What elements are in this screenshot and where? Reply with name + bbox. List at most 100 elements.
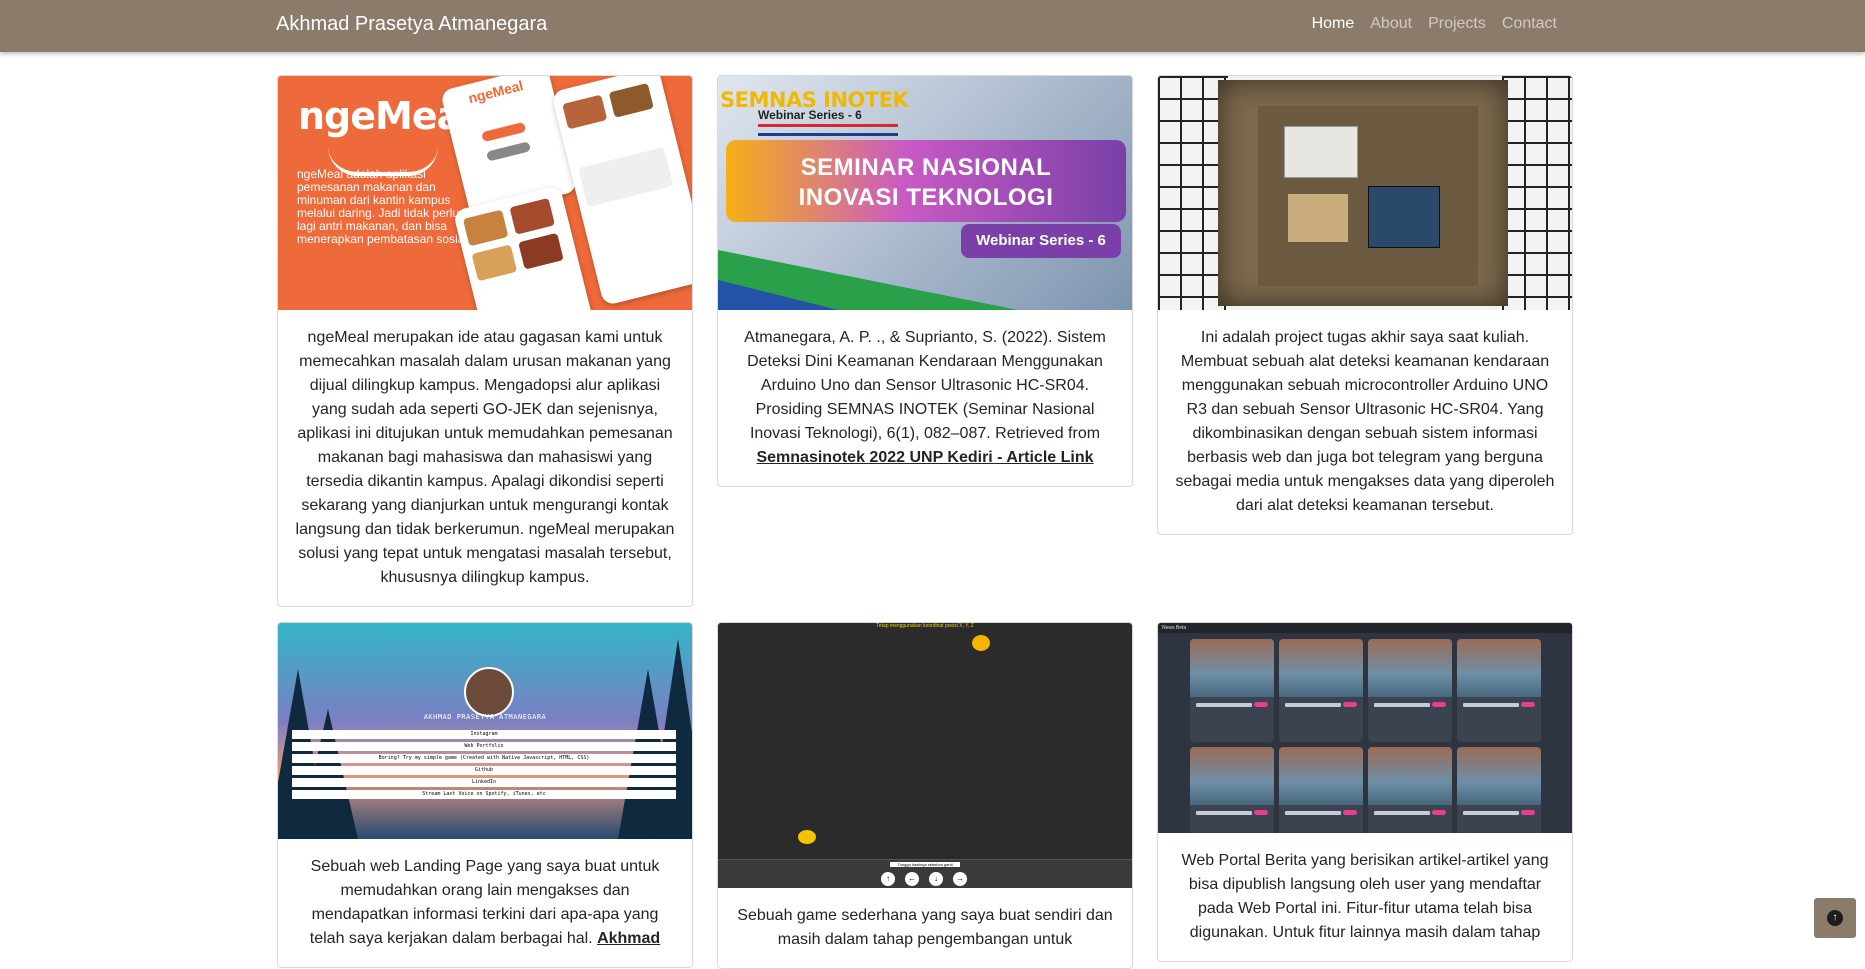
phone-logo: ngeMeal (466, 77, 525, 107)
back-to-top-button[interactable]: ↑ (1814, 898, 1856, 938)
arrow-down-icon: ↓ (929, 872, 943, 886)
news-badge (1521, 810, 1535, 815)
arrow-up-icon: ↑ (881, 872, 895, 886)
checkered-cloth (1502, 76, 1572, 310)
arrow-left-icon: ← (905, 872, 919, 886)
avatar (464, 667, 514, 717)
news-title-line (1463, 811, 1519, 815)
news-badge (1521, 702, 1535, 707)
sun-sprite-icon (972, 635, 990, 651)
project-card-semnas: SEMNAS INOTEK Webinar Series - 6 SEMINAR… (717, 75, 1133, 487)
order-list (578, 146, 674, 208)
ngemeal-image-description: ngeMeal adalah aplikasi pemesanan makana… (297, 167, 468, 246)
semnas-banner: SEMINAR NASIONAL INOVASI TEKNOLOGI (726, 140, 1126, 222)
game-instruction: Tetap menggunakan koordinat posisi X, Y,… (876, 623, 974, 629)
news-image (1190, 639, 1274, 697)
project-card-game: Tetap menggunakan koordinat posisi X, Y,… (717, 622, 1133, 969)
news-image (1457, 747, 1541, 805)
phone-button (481, 121, 527, 143)
food-photo (518, 232, 564, 270)
landing-link: LinkedIn (292, 778, 676, 787)
project-description: Sebuah game sederhana yang saya buat sen… (737, 907, 1113, 948)
news-image (1368, 747, 1452, 805)
food-photo (608, 82, 654, 118)
news-title-line (1196, 811, 1252, 815)
landing-name-link[interactable]: Akhmad (597, 930, 660, 947)
news-title-line (1463, 703, 1519, 707)
food-photo (509, 197, 556, 235)
project-description: Sebuah web Landing Page yang saya buat u… (278, 839, 692, 967)
decor-lines (758, 124, 898, 136)
decor-shape (718, 280, 838, 310)
citation-text: Atmanegara, A. P. ., & Suprianto, S. (20… (744, 329, 1106, 442)
arrow-right-icon: → (953, 872, 967, 886)
arrow-up-circle-icon: ↑ (1827, 910, 1843, 926)
nav-link-projects[interactable]: Projects (1420, 15, 1494, 33)
news-card-thumb (1457, 639, 1541, 742)
news-card-thumb (1457, 747, 1541, 833)
project-description: Atmanegara, A. P. ., & Suprianto, S. (20… (718, 310, 1132, 486)
news-card-thumb (1190, 747, 1274, 833)
news-card-thumb (1190, 639, 1274, 742)
news-title-line (1285, 811, 1341, 815)
news-title-line (1374, 703, 1430, 707)
news-title-line (1374, 811, 1430, 815)
semnas-subtitle: Webinar Series - 6 (758, 108, 862, 122)
bird-sprite-icon (798, 830, 816, 844)
news-badge (1432, 702, 1446, 707)
arduino-board (1368, 186, 1440, 248)
nav-link-about[interactable]: About (1362, 15, 1420, 33)
news-image (1368, 639, 1452, 697)
nav-links: Home About Projects Contact (1304, 15, 1565, 33)
nav-link-contact[interactable]: Contact (1494, 15, 1565, 33)
navbar-brand[interactable]: Akhmad Prasetya Atmanegara (276, 13, 547, 36)
news-title-line (1196, 703, 1252, 707)
news-image (1457, 639, 1541, 697)
landing-link: Boring? Try my simple game (Created with… (292, 754, 676, 763)
project-card-news-portal: News Beta Web Portal Berita yang berisik… (1157, 622, 1573, 962)
news-card-thumb (1368, 639, 1452, 742)
project-card-landing-page: AKHMAD PRASETYA ATMANEGARA Instagram Web… (277, 622, 693, 968)
project-card-arduino: Ini adalah project tugas akhir saya saat… (1157, 75, 1573, 535)
phone-button (485, 141, 532, 162)
semnas-banner-line2: INOVASI TEKNOLOGI (798, 184, 1054, 211)
project-image-arduino (1158, 76, 1572, 310)
project-image-news-portal: News Beta (1158, 623, 1572, 833)
news-card-thumb (1368, 747, 1452, 833)
news-card-thumb (1279, 639, 1363, 742)
tree-silhouette (648, 639, 692, 839)
project-image-ngemeal: ngeMeal ngeMeal adalah aplikasi pemesana… (278, 76, 692, 310)
food-photo (471, 244, 518, 282)
landing-link: Stream Last Voice on Spotify, iTunes, et… (292, 790, 676, 799)
project-image-game: Tetap menggunakan koordinat posisi X, Y,… (718, 623, 1132, 888)
food-photo (562, 94, 608, 130)
news-title-line (1285, 703, 1341, 707)
nav-link-home[interactable]: Home (1304, 15, 1363, 33)
landing-link: Github (292, 766, 676, 775)
news-image (1190, 747, 1274, 805)
project-image-semnas: SEMNAS INOTEK Webinar Series - 6 SEMINAR… (718, 76, 1132, 310)
news-badge (1432, 810, 1446, 815)
news-card-thumb (1279, 747, 1363, 833)
news-navbar: News Beta (1158, 623, 1572, 633)
news-image (1279, 747, 1363, 805)
news-image (1279, 639, 1363, 697)
project-image-landing-page: AKHMAD PRASETYA ATMANEGARA Instagram Web… (278, 623, 692, 839)
article-link[interactable]: Semnasinotek 2022 UNP Kediri - Article L… (756, 449, 1093, 466)
webinar-series-badge: Webinar Series - 6 (961, 224, 1121, 258)
breadboard (1284, 126, 1358, 178)
project-description: Ini adalah project tugas akhir saya saat… (1175, 329, 1555, 514)
news-badge (1343, 702, 1357, 707)
landing-name: AKHMAD PRASETYA ATMANEGARA (423, 713, 547, 721)
news-badge (1343, 810, 1357, 815)
landing-link: Instagram (292, 730, 676, 739)
navbar: Akhmad Prasetya Atmanegara Home About Pr… (0, 0, 1865, 52)
cardboard-piece (1288, 194, 1348, 242)
project-description: ngeMeal merupakan ide atau gagasan kami … (295, 329, 675, 586)
semnas-banner-line1: SEMINAR NASIONAL (800, 154, 1052, 181)
news-badge (1254, 810, 1268, 815)
game-status-label: Tunggu hasilnya sebelum ganti (890, 862, 960, 867)
food-photo (462, 209, 509, 247)
landing-link: Web Portfolio (292, 742, 676, 751)
project-description: Web Portal Berita yang berisikan artikel… (1181, 852, 1549, 941)
